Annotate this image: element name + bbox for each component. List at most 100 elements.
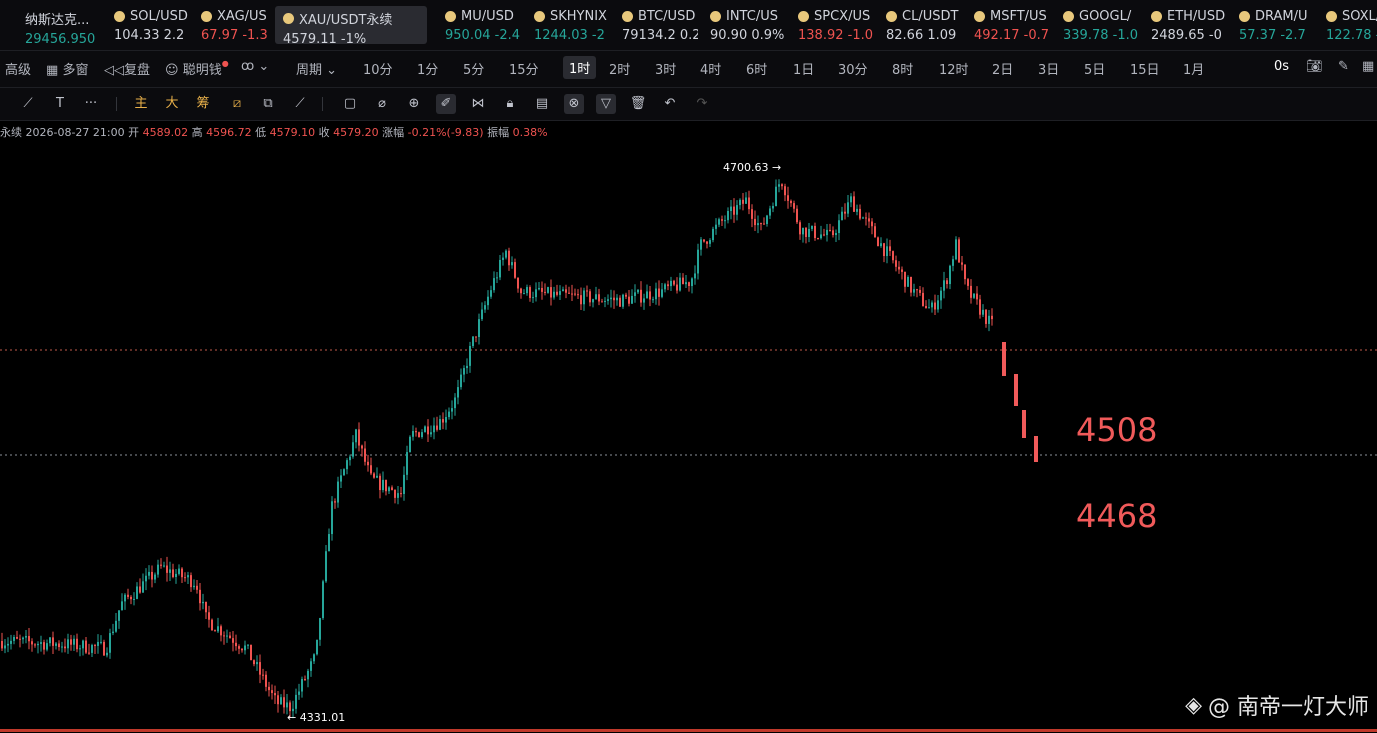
candle-body	[763, 223, 765, 225]
trash-icon[interactable]: 🗑︎	[628, 94, 648, 114]
timeframe-4[interactable]: 1时	[563, 56, 597, 79]
timeframe-10[interactable]: 30分	[838, 59, 868, 78]
candle-body	[913, 289, 915, 293]
candle-body	[898, 266, 900, 270]
timeframe-17[interactable]: 1月	[1183, 59, 1204, 78]
replay-button[interactable]: ◁◁复盘	[104, 59, 150, 78]
period-dropdown[interactable]: 周期 ⌄	[296, 59, 337, 78]
lock-icon[interactable]: 🔒︎	[500, 94, 520, 114]
timeframe-12[interactable]: 12时	[939, 59, 969, 78]
filter-icon[interactable]: ▽	[596, 94, 616, 114]
candle-body	[625, 294, 627, 297]
candle-body	[700, 239, 702, 250]
timeframe-8[interactable]: 6时	[746, 59, 767, 78]
candle-body	[247, 644, 249, 646]
ticker-10[interactable]: MSFT/US 492.17 -0.7	[966, 6, 1050, 44]
grid-icon: ▦	[46, 63, 59, 78]
brush-icon[interactable]: ✐	[436, 94, 456, 114]
candle-body	[52, 637, 54, 646]
ticker-0[interactable]: 纳斯达克... 29456.950	[17, 6, 101, 44]
timeframe-3[interactable]: 15分	[509, 59, 539, 78]
redo-icon[interactable]: ↷	[692, 94, 712, 114]
timeframe-2[interactable]: 5分	[463, 59, 484, 78]
ticker-6[interactable]: BTC/USD 79134.2 0.2	[614, 6, 698, 44]
timeframe-15[interactable]: 5日	[1084, 59, 1105, 78]
link-icon[interactable]: ⊗	[564, 94, 584, 114]
ticker-price: 90.90 0.9%	[710, 28, 785, 43]
magnet-icon[interactable]: ⋈	[468, 94, 488, 114]
main-indicator-button[interactable]: 主	[131, 94, 151, 114]
candle-body	[718, 219, 720, 225]
camera-icon[interactable]: 📷︎	[1306, 59, 1323, 74]
timeframe-0[interactable]: 10分	[363, 59, 393, 78]
more-icon[interactable]: ···	[81, 94, 101, 114]
candle-body	[79, 648, 81, 650]
timeframe-5[interactable]: 2时	[609, 59, 630, 78]
candle-body	[481, 309, 483, 320]
bookmark-icon[interactable]: ▢	[340, 94, 360, 114]
ticker-8[interactable]: SPCX/US 138.92 -1.0	[790, 6, 874, 44]
ticker-3[interactable]: XAU/USDT永续 4579.11 -1%	[275, 6, 427, 44]
candle-body	[472, 336, 474, 347]
timeframe-13[interactable]: 2日	[992, 59, 1013, 78]
timeframe-9[interactable]: 1日	[793, 59, 814, 78]
candle-body	[172, 569, 174, 578]
candlestick-chart[interactable]	[0, 138, 1377, 733]
timeframe-11[interactable]: 8时	[892, 59, 913, 78]
candle-body	[835, 233, 837, 236]
timeframe-14[interactable]: 3日	[1038, 59, 1059, 78]
ticker-bar: 纳斯达克... 29456.950 SOL/USD 104.33 2.2 XAG/US…	[0, 0, 1377, 51]
trendline-icon[interactable]: ⟋	[18, 94, 38, 114]
pencil-icon[interactable]: ✎	[1338, 59, 1349, 74]
analysis-icon[interactable]: ⧄	[227, 94, 247, 114]
candle-body	[127, 594, 129, 597]
ticker-13[interactable]: DRAM/U 57.37 -2.7	[1231, 6, 1315, 44]
candle-body	[94, 645, 96, 647]
candle-body	[76, 638, 78, 650]
advanced-button[interactable]: 高级	[5, 59, 31, 78]
candle-body	[34, 644, 36, 646]
candle-body	[364, 448, 366, 462]
candle-body	[250, 644, 252, 661]
template-icon[interactable]: ▤	[532, 94, 552, 114]
candle-body	[766, 215, 768, 224]
undo-icon[interactable]: ↶	[660, 94, 680, 114]
candle-body	[322, 581, 324, 619]
candle-body	[889, 246, 891, 252]
ticker-14[interactable]: SOXL/122.78 -	[1318, 6, 1377, 44]
candle-body	[190, 575, 192, 588]
ticker-1[interactable]: SOL/USD 104.33 2.2	[106, 6, 190, 44]
ruler-icon[interactable]: ⌀	[372, 94, 392, 114]
ticker-2[interactable]: XAG/US 67.97 -1.3	[193, 6, 277, 44]
measure-icon[interactable]: ⟋	[290, 94, 310, 114]
indicator-dropdown[interactable]: ꝏ ⌄	[241, 59, 269, 74]
timeframe-16[interactable]: 15日	[1130, 59, 1160, 78]
candle-body	[634, 292, 636, 296]
timeframe-7[interactable]: 4时	[700, 59, 721, 78]
timeframe-6[interactable]: 3时	[655, 59, 676, 78]
chip-distribution-button[interactable]: 筹	[193, 94, 213, 114]
timeframe-1[interactable]: 1分	[417, 59, 438, 78]
ticker-7[interactable]: INTC/US 90.90 0.9%	[702, 6, 786, 44]
big-order-button[interactable]: 大	[162, 94, 182, 114]
candle-body	[643, 298, 645, 303]
candle-body	[733, 206, 735, 215]
ticker-9[interactable]: CL/USDT 82.66 1.09	[878, 6, 962, 44]
zoom-icon[interactable]: ⊕	[404, 94, 424, 114]
compare-icon[interactable]: ⧉	[258, 94, 278, 114]
ticker-11[interactable]: GOOGL/339.78 -1.0	[1055, 6, 1139, 44]
candle-body	[841, 211, 843, 221]
multi-window-button[interactable]: ▦ 多窗	[46, 59, 88, 78]
candle-body	[340, 475, 342, 482]
ticker-12[interactable]: ETH/USD 2489.65 -0	[1143, 6, 1227, 44]
smart-money-button[interactable]: ☺ 聪明钱●	[165, 59, 229, 78]
candle-body	[25, 636, 27, 638]
candle-body	[478, 319, 480, 337]
candle-body	[604, 300, 606, 302]
ticker-5[interactable]: SKHYNIX 1244.03 -2	[526, 6, 610, 44]
candle-body	[97, 641, 99, 646]
grid-menu-icon[interactable]: ▦	[1362, 59, 1374, 74]
candle-body	[367, 461, 369, 466]
text-tool-icon[interactable]: T	[50, 94, 70, 114]
ticker-4[interactable]: MU/USD 950.04 -2.4	[437, 6, 521, 44]
